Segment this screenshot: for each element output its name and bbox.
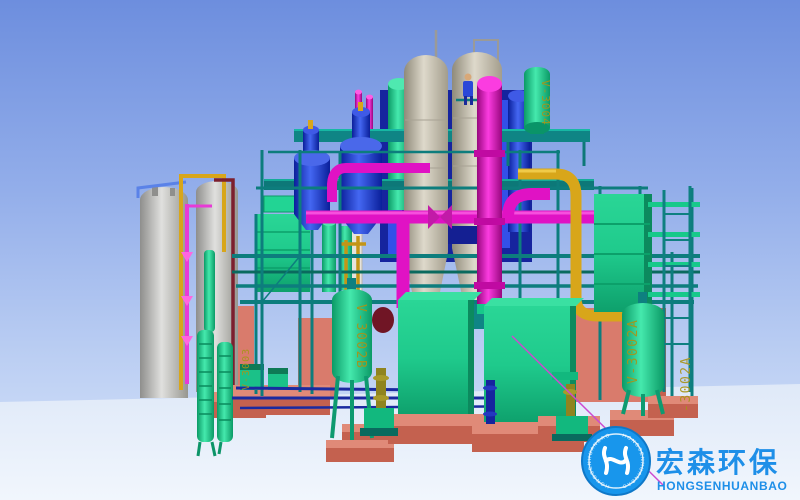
plant-3d-scene: V-3002B V-3002A -3002A V-3004 V-3003 HON…: [0, 0, 800, 500]
logo-cn-text: 宏森环保: [656, 446, 780, 478]
evaporator-column-left: [404, 30, 448, 328]
plant-3d-render-view: V-3002B V-3002A -3002A V-3004 V-3003 HON…: [0, 0, 800, 500]
label-v3002a-vessel: V-3002A: [626, 319, 641, 384]
tank-box-1: [398, 292, 482, 416]
label-v3002a-side: -3002A: [679, 356, 694, 412]
label-v3003: V-3003: [241, 348, 252, 390]
label-v3004: V-3004: [539, 80, 552, 126]
maroon-vessel: [372, 307, 394, 333]
magenta-riser-large: [474, 76, 505, 314]
label-v3002b: V-3002B: [353, 304, 368, 369]
logo-en-text: HONGSENHUANBAO: [657, 479, 787, 493]
